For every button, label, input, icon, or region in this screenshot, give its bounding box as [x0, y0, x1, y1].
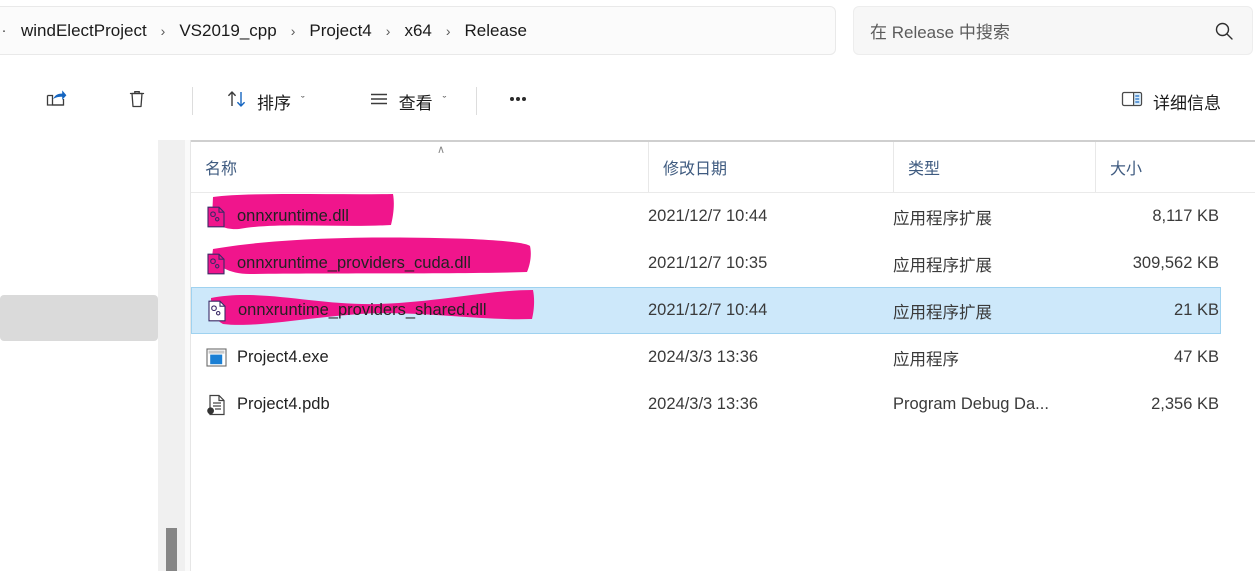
breadcrumb-address-field[interactable]: · windElectProject › VS2019_cpp › Projec… [0, 6, 836, 55]
file-name-label: Project4.pdb [237, 395, 330, 413]
navigation-pane-scrollbar[interactable] [158, 140, 185, 571]
file-size-cell: 309,562 KB [1132, 254, 1219, 272]
column-header-name-label: 名称 [205, 161, 238, 178]
command-bar: 排序 ˇ 查看 ˇ 详细信息 [0, 62, 1255, 141]
view-button[interactable]: 查看 ˇ [357, 81, 457, 121]
file-name-label: onnxruntime_providers_shared.dll [238, 301, 487, 319]
file-size-cell: 47 KB [1174, 348, 1219, 366]
column-header-date-label: 修改日期 [663, 161, 728, 178]
file-name-cell[interactable]: onnxruntime_providers_cuda.dll [205, 253, 471, 275]
breadcrumb-separator-icon[interactable]: › [440, 23, 457, 39]
column-header-name[interactable]: 名称 ∧ [191, 142, 648, 192]
breadcrumb: windElectProject › VS2019_cpp › Project4… [13, 17, 535, 45]
toolbar-divider [192, 87, 193, 115]
chevron-down-icon: ˇ [442, 95, 447, 107]
breadcrumb-item-vs2019-cpp[interactable]: VS2019_cpp [171, 17, 284, 45]
file-type-cell: 应用程序扩展 [893, 256, 992, 275]
column-headers: 名称 ∧ 修改日期 类型 大小 [191, 142, 1255, 193]
column-header-date[interactable]: 修改日期 [648, 142, 893, 192]
toolbar-divider [476, 87, 478, 115]
breadcrumb-separator-icon[interactable]: › [155, 23, 172, 39]
scrollbar-thumb[interactable] [166, 528, 177, 571]
breadcrumb-item-release[interactable]: Release [457, 17, 535, 45]
file-name-cell[interactable]: Project4.pdb [205, 394, 330, 416]
pdb-file-icon [205, 394, 227, 416]
details-pane-icon [1119, 88, 1145, 115]
file-type-cell: 应用程序扩展 [893, 303, 992, 322]
file-name-cell[interactable]: onnxruntime.dll [205, 206, 349, 228]
file-list-pane: 名称 ∧ 修改日期 类型 大小 onnxruntime.dll 2021/12/… [191, 140, 1255, 571]
breadcrumb-separator-icon[interactable]: › [380, 23, 397, 39]
file-explorer-window: · windElectProject › VS2019_cpp › Projec… [0, 0, 1255, 571]
exe-file-icon [205, 347, 227, 369]
breadcrumb-item-project4[interactable]: Project4 [301, 17, 379, 45]
sort-ascending-icon: ∧ [437, 144, 446, 156]
chevron-down-icon: ˇ [301, 95, 305, 107]
file-date-cell: 2024/3/3 13:36 [648, 395, 759, 413]
file-name-label: Project4.exe [237, 348, 329, 366]
sort-button-label: 排序 [257, 93, 291, 113]
view-lines-icon [367, 87, 391, 116]
file-list: onnxruntime.dll 2021/12/7 10:44 应用程序扩展 8… [191, 193, 1255, 428]
dll-file-icon [206, 300, 228, 322]
details-pane-label: 详细信息 [1153, 93, 1221, 113]
table-row[interactable]: onnxruntime_providers_cuda.dll 2021/12/7… [191, 237, 1255, 287]
file-type-cell: 应用程序扩展 [893, 209, 992, 228]
sort-button[interactable]: 排序 ˇ [215, 81, 315, 121]
more-options-button[interactable] [495, 81, 541, 121]
ellipsis-icon [505, 86, 531, 117]
file-size-cell: 21 KB [1174, 301, 1219, 319]
dll-file-icon [205, 253, 227, 275]
search-input[interactable]: 在 Release 中搜索 [853, 6, 1253, 55]
breadcrumb-item-x64[interactable]: x64 [396, 17, 439, 45]
file-date-cell: 2024/3/3 13:36 [648, 348, 759, 366]
dll-file-icon [205, 206, 227, 228]
details-pane-button[interactable]: 详细信息 [1109, 81, 1231, 121]
share-button[interactable] [32, 81, 78, 121]
table-row[interactable]: onnxruntime.dll 2021/12/7 10:44 应用程序扩展 8… [191, 193, 1255, 240]
sort-arrows-icon [225, 87, 249, 116]
address-bar: · windElectProject › VS2019_cpp › Projec… [0, 0, 1255, 62]
file-size-cell: 8,117 KB [1152, 207, 1219, 225]
breadcrumb-overflow-icon[interactable]: · [0, 23, 9, 38]
file-type-cell: Program Debug Da... [893, 395, 1049, 413]
delete-button[interactable] [114, 81, 160, 121]
file-name-cell[interactable]: onnxruntime_providers_shared.dll [206, 300, 487, 322]
table-row[interactable]: onnxruntime_providers_shared.dll 2021/12… [191, 287, 1221, 334]
share-icon [42, 86, 68, 117]
file-date-cell: 2021/12/7 10:35 [648, 254, 768, 272]
search-placeholder: 在 Release 中搜索 [870, 23, 1010, 42]
file-name-label: onnxruntime_providers_cuda.dll [237, 254, 471, 272]
breadcrumb-item-windelectproject[interactable]: windElectProject [13, 17, 155, 45]
file-date-cell: 2021/12/7 10:44 [648, 207, 768, 225]
breadcrumb-separator-icon[interactable]: › [285, 23, 302, 39]
table-row[interactable]: Project4.pdb 2024/3/3 13:36 Program Debu… [191, 381, 1255, 428]
column-header-size[interactable]: 大小 [1095, 142, 1229, 192]
file-size-cell: 2,356 KB [1151, 395, 1219, 413]
view-button-label: 查看 [398, 93, 433, 113]
trash-icon [124, 86, 150, 117]
navigation-pane[interactable] [0, 140, 158, 571]
file-date-cell: 2021/12/7 10:44 [648, 301, 768, 319]
column-header-size-label: 大小 [1110, 161, 1143, 178]
file-type-cell: 应用程序 [893, 350, 959, 369]
navigation-pane-selected-item[interactable] [0, 295, 158, 341]
column-header-type[interactable]: 类型 [893, 142, 1095, 192]
table-row[interactable]: Project4.exe 2024/3/3 13:36 应用程序 47 KB [191, 334, 1255, 381]
file-name-label: onnxruntime.dll [237, 207, 349, 225]
column-header-type-label: 类型 [908, 161, 941, 178]
file-name-cell[interactable]: Project4.exe [205, 347, 329, 369]
search-icon[interactable] [1214, 21, 1234, 41]
